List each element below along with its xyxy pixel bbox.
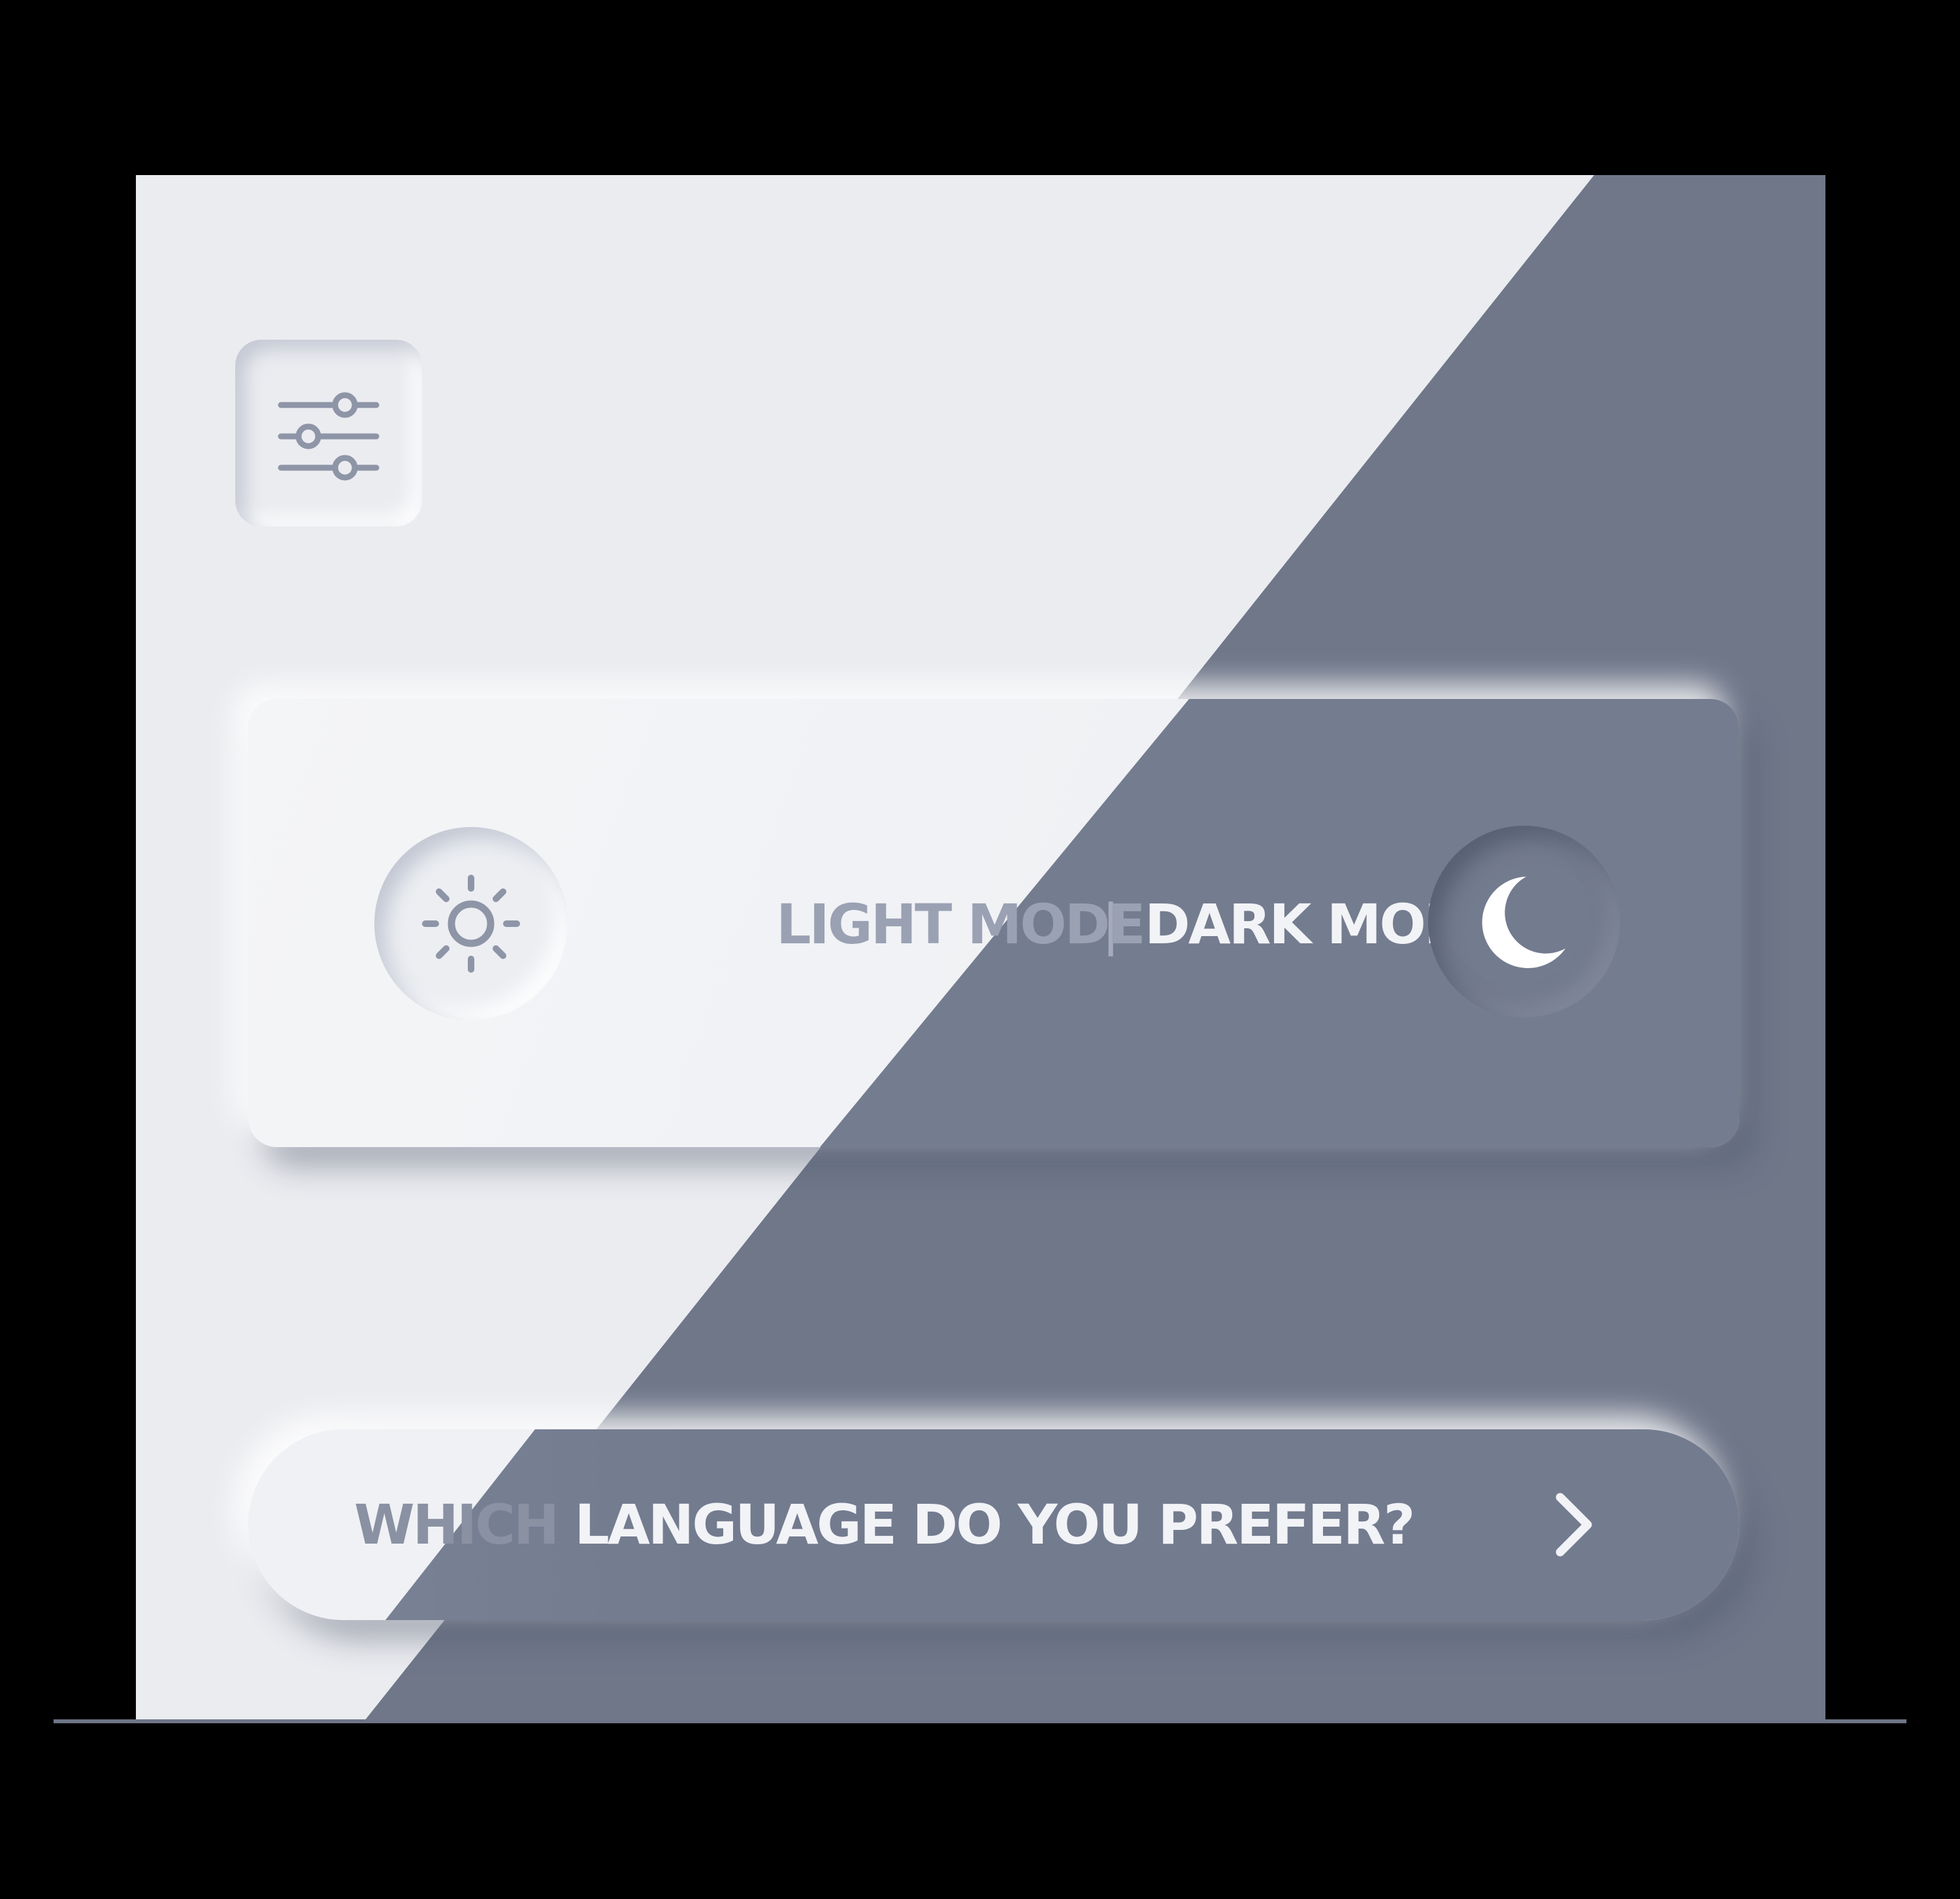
settings-button[interactable]: [235, 340, 422, 527]
sliders-icon: [278, 392, 380, 481]
theme-mode-card: LIGHT MODE | DARK MODE: [248, 699, 1739, 1147]
light-mode-label[interactable]: LIGHT MODE: [776, 888, 1146, 960]
stage: LIGHT MODE | DARK MODE WHICH LANGUAGE DO…: [0, 0, 1960, 1899]
language-prompt-rest: LANGUAGE DO YOU PREFER?: [557, 1493, 1415, 1557]
language-preference-button[interactable]: WHICH LANGUAGE DO YOU PREFER?: [248, 1429, 1739, 1620]
dark-mode-button[interactable]: [1428, 826, 1620, 1018]
language-prompt-light-part: WHICH: [354, 1493, 559, 1557]
language-prompt: WHICH LANGUAGE DO YOU PREFER?: [354, 1485, 1415, 1564]
baseline-divider: [54, 1719, 1906, 1723]
chevron-right-icon: [1556, 1493, 1592, 1557]
settings-panel: LIGHT MODE | DARK MODE WHICH LANGUAGE DO…: [136, 175, 1825, 1721]
moon-icon: [1482, 877, 1565, 968]
mode-separator: |: [1102, 892, 1120, 956]
